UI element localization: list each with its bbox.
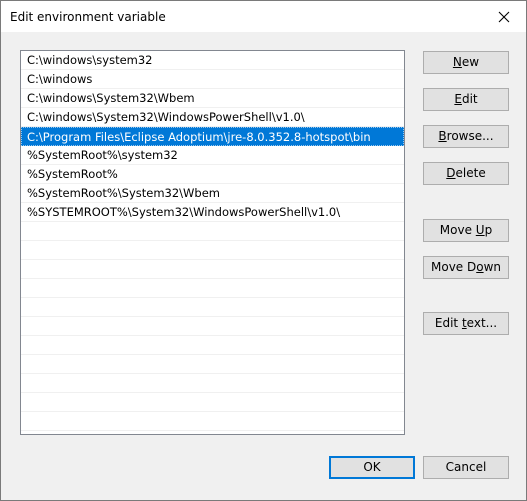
delete-button-mnemonic: D [446, 166, 456, 180]
title-bar[interactable]: Edit environment variable [1, 1, 526, 32]
path-list-empty-row[interactable] [21, 355, 404, 374]
move-down-button[interactable]: Move Down [423, 256, 509, 279]
path-list-empty-row[interactable] [21, 412, 404, 431]
edit-environment-variable-dialog: Edit environment variable C:\windows\sys… [0, 0, 527, 501]
path-list-empty-row[interactable] [21, 317, 404, 336]
delete-button[interactable]: Delete [423, 162, 509, 185]
move-down-button-label-end: wn [483, 260, 501, 274]
path-list-empty-row[interactable] [21, 393, 404, 412]
browse-button[interactable]: Browse... [423, 125, 509, 148]
new-button-mnemonic: N [452, 55, 462, 69]
path-list-empty-row[interactable] [21, 222, 404, 241]
path-list-item[interactable]: C:\windows\System32\WindowsPowerShell\v1… [21, 108, 404, 127]
path-list-item[interactable]: %SystemRoot%\system32 [21, 146, 404, 165]
new-button[interactable]: New [423, 51, 509, 74]
path-list-empty-row[interactable] [21, 279, 404, 298]
edit-button[interactable]: Edit [423, 88, 509, 111]
edit-text-button-label-start: Edit [434, 316, 462, 330]
path-list-empty-row[interactable] [21, 298, 404, 317]
move-up-button-label-start: Move [439, 223, 476, 237]
path-list-empty-row[interactable] [21, 260, 404, 279]
delete-button-label: elete [455, 166, 486, 180]
edit-button-label: dit [461, 92, 478, 106]
path-list-item[interactable]: %SystemRoot% [21, 165, 404, 184]
path-list-empty-row[interactable] [21, 374, 404, 393]
edit-button-mnemonic: E [454, 92, 462, 106]
new-button-label: ew [461, 55, 480, 69]
path-list-item[interactable]: C:\Program Files\Eclipse Adoptium\jre-8.… [21, 127, 404, 146]
browse-button-mnemonic: B [438, 129, 447, 143]
cancel-button[interactable]: Cancel [423, 456, 509, 479]
move-up-button-mnemonic: U [475, 223, 485, 237]
edit-text-button[interactable]: Edit text... [423, 312, 509, 335]
close-icon [498, 11, 510, 22]
path-list-item[interactable]: %SYSTEMROOT%\System32\WindowsPowerShell\… [21, 203, 404, 222]
move-down-button-mnemonic: o [476, 260, 484, 274]
path-list-item[interactable]: C:\windows\System32\Wbem [21, 89, 404, 108]
path-list-empty-row[interactable] [21, 336, 404, 355]
path-list[interactable]: C:\windows\system32 C:\windows C:\windows\… [20, 50, 405, 435]
browse-button-label: rowse... [446, 129, 494, 143]
move-down-button-label-start: Move D [431, 260, 477, 274]
window-title: Edit environment variable [10, 10, 166, 24]
edit-text-button-label-end: ext... [466, 316, 498, 330]
path-list-empty-row[interactable] [21, 241, 404, 260]
path-list-item[interactable]: C:\windows [21, 70, 404, 89]
path-list-item[interactable]: %SystemRoot%\System32\Wbem [21, 184, 404, 203]
move-up-button[interactable]: Move Up [423, 219, 509, 242]
ok-button[interactable]: OK [329, 456, 415, 479]
close-button[interactable] [482, 1, 526, 32]
move-up-button-label-end: p [484, 223, 493, 237]
path-list-item[interactable]: C:\windows\system32 [21, 51, 404, 70]
